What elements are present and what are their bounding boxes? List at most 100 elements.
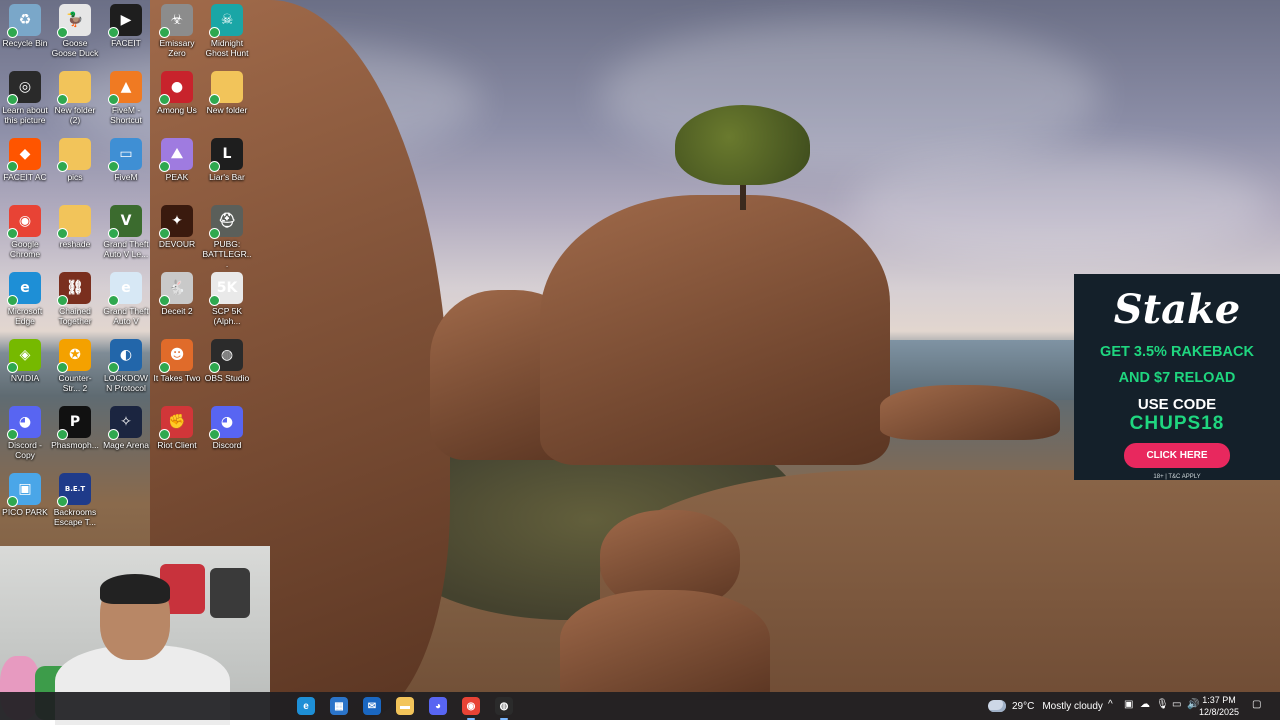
desktop-icon-label: New folder (2) bbox=[54, 105, 96, 125]
taskbar-obs-icon[interactable]: ◍ bbox=[495, 697, 513, 720]
stake-logo: Stake bbox=[1113, 286, 1241, 333]
goose-goose-duck-icon: 🦆 bbox=[57, 4, 91, 38]
desktop-icon[interactable]: New folder (2) bbox=[50, 67, 100, 133]
desktop-icon-label: DEVOUR bbox=[158, 239, 196, 249]
desktop-icon[interactable]: 🐇 Deceit 2 bbox=[152, 268, 202, 334]
sync-check-icon bbox=[7, 94, 18, 105]
onedrive-cloud-icon[interactable]: ☁ bbox=[1140, 699, 1150, 710]
desktop-icon-label: Goose Goose Duck bbox=[51, 38, 99, 58]
desktop-icon[interactable]: ✊ Riot Client bbox=[152, 402, 202, 468]
sync-check-icon bbox=[7, 429, 18, 440]
sync-check-icon bbox=[209, 295, 220, 306]
desktop-icon[interactable]: reshade bbox=[50, 201, 100, 267]
sync-check-icon bbox=[7, 161, 18, 172]
devour-icon: ✦ bbox=[159, 205, 193, 239]
desktop-icon[interactable]: ✦ DEVOUR bbox=[152, 201, 202, 267]
sync-check-icon bbox=[57, 94, 68, 105]
desktop-icon-label: Recycle Bin bbox=[2, 38, 48, 48]
taskbar-discord-icon[interactable]: ◕ bbox=[429, 697, 447, 715]
desktop-icon[interactable]: ▭ FiveM bbox=[101, 134, 151, 200]
desktop-icon[interactable]: ◍ OBS Studio bbox=[202, 335, 252, 401]
sync-check-icon bbox=[209, 94, 220, 105]
desktop-icon[interactable]: ☻ It Takes Two bbox=[152, 335, 202, 401]
promo-line-2: AND $7 RELOAD bbox=[1118, 370, 1236, 386]
desktop-icon[interactable]: B.E.T Backrooms Escape T... bbox=[50, 469, 100, 535]
desktop-icon[interactable]: e Microsoft Edge bbox=[0, 268, 50, 334]
desktop-icon-label: FiveM bbox=[114, 172, 138, 182]
desktop-icon[interactable]: ◕ Discord bbox=[202, 402, 252, 468]
desktop-icon-label: FACEIT bbox=[111, 38, 141, 48]
faceit-ac-icon: ◆ bbox=[7, 138, 41, 172]
chained-together-icon: ⛓ bbox=[57, 272, 91, 306]
desktop-icon[interactable]: 5K SCP 5K (Alph... bbox=[202, 268, 252, 334]
desktop-icon-label: PUBG: BATTLEGR... bbox=[202, 239, 252, 269]
sync-check-icon bbox=[159, 362, 170, 373]
phasmophobia-icon: P bbox=[57, 406, 91, 440]
desktop-icon[interactable]: ⛰ PEAK bbox=[152, 134, 202, 200]
promo-line-1: GET 3.5% RAKEBACK bbox=[1100, 344, 1254, 360]
camera-icon: ◎ bbox=[7, 71, 41, 105]
sync-check-icon bbox=[108, 429, 119, 440]
chevron-up-icon[interactable]: ^ bbox=[1108, 699, 1113, 710]
desktop-icon-label: OBS Studio bbox=[204, 373, 250, 383]
weather-widget[interactable]: 29°C Mostly cloudy bbox=[988, 692, 1103, 720]
folder-icon bbox=[57, 138, 91, 172]
desktop-icon[interactable]: ◉ Google Chrome bbox=[0, 201, 50, 267]
taskbar-file-explorer-icon[interactable]: ▬ bbox=[396, 697, 414, 715]
desktop-icon-label: New folder bbox=[206, 105, 248, 115]
desktop-icon[interactable]: ◎ Learn about this picture bbox=[0, 67, 50, 133]
desktop-icon[interactable]: ◐ LOCKDOWN Protocol bbox=[101, 335, 151, 401]
liars-bar-icon: L bbox=[209, 138, 243, 172]
sync-check-icon bbox=[209, 27, 220, 38]
desktop-icon[interactable]: ✪ Counter-Str... 2 bbox=[50, 335, 100, 401]
desktop-icon[interactable]: e Grand Theft Auto V bbox=[101, 268, 151, 334]
desktop-icon-label: reshade bbox=[59, 239, 91, 249]
notifications-icon[interactable]: ▢ bbox=[1252, 699, 1261, 710]
sync-check-icon bbox=[209, 161, 220, 172]
sync-check-icon bbox=[57, 161, 68, 172]
stake-ad-banner[interactable]: Stake GET 3.5% RAKEBACK AND $7 RELOAD US… bbox=[1074, 274, 1280, 480]
desktop-icon[interactable]: ▣ PICO PARK bbox=[0, 469, 50, 535]
desktop-icon-label: Microsoft Edge bbox=[7, 306, 43, 326]
desktop-icon[interactable]: ☣ Emissary Zero bbox=[152, 0, 202, 66]
desktop-icon[interactable]: ♻ Recycle Bin bbox=[0, 0, 50, 66]
desktop-icon[interactable]: pics bbox=[50, 134, 100, 200]
sync-check-icon bbox=[108, 27, 119, 38]
desktop-icon[interactable]: ⛓ Chained Together bbox=[50, 268, 100, 334]
taskbar-store-icon[interactable]: ▦ bbox=[330, 697, 348, 715]
desktop-icon[interactable]: ⛑ PUBG: BATTLEGR... bbox=[202, 201, 252, 269]
peak-icon: ⛰ bbox=[159, 138, 193, 172]
folder-icon bbox=[209, 71, 243, 105]
use-code-label: USE CODE bbox=[1137, 396, 1217, 413]
desktop-icon[interactable]: L Liar's Bar bbox=[202, 134, 252, 200]
sync-check-icon bbox=[209, 362, 220, 373]
sync-check-icon bbox=[7, 496, 18, 507]
microphone-icon[interactable]: 🎙 bbox=[1156, 699, 1169, 710]
desktop-icon[interactable]: ✧ Mage Arena bbox=[101, 402, 151, 468]
desktop-icon[interactable]: ▲ FiveM - Shortcut bbox=[101, 67, 151, 133]
desktop-icon[interactable]: ▶ FACEIT bbox=[101, 0, 151, 66]
clock-time: 1:37 PM bbox=[1202, 695, 1236, 705]
network-icon[interactable]: ▭ bbox=[1172, 699, 1181, 710]
desktop-icon-label: Emissary Zero bbox=[159, 38, 195, 58]
desktop-icon[interactable]: 🦆 Goose Goose Duck bbox=[50, 0, 100, 66]
click-here-button[interactable]: CLICK HERE bbox=[1124, 443, 1230, 468]
sync-check-icon bbox=[159, 429, 170, 440]
taskbar-edge-icon[interactable]: e bbox=[297, 697, 315, 715]
desktop-icon[interactable]: P Phasmoph... bbox=[50, 402, 100, 468]
taskbar-outlook-icon[interactable]: ✉ bbox=[363, 697, 381, 715]
desktop-icon[interactable]: ☠ Midnight Ghost Hunt bbox=[202, 0, 252, 66]
system-clock[interactable]: 1:37 PM 12/8/2025 bbox=[1196, 694, 1242, 718]
desktop-icon-label: FACEIT AC bbox=[3, 172, 47, 182]
backrooms-escape-icon: B.E.T bbox=[57, 473, 91, 507]
desktop-icon[interactable]: ◈ NVIDIA bbox=[0, 335, 50, 401]
desktop-icon-label: Backrooms Escape T... bbox=[53, 507, 97, 527]
desktop-icon[interactable]: ● Among Us bbox=[152, 67, 202, 133]
desktop-icon[interactable]: ◆ FACEIT AC bbox=[0, 134, 50, 200]
desktop-icon[interactable]: ◕ Discord - Copy bbox=[0, 402, 50, 468]
gta-v-legacy-icon: V bbox=[108, 205, 142, 239]
taskbar-chrome-icon[interactable]: ◉ bbox=[462, 697, 480, 720]
desktop-icon[interactable]: New folder bbox=[202, 67, 252, 133]
desktop-icon[interactable]: V Grand Theft Auto V Le... bbox=[101, 201, 151, 267]
app-tray-icon[interactable]: ▣ bbox=[1124, 699, 1133, 710]
